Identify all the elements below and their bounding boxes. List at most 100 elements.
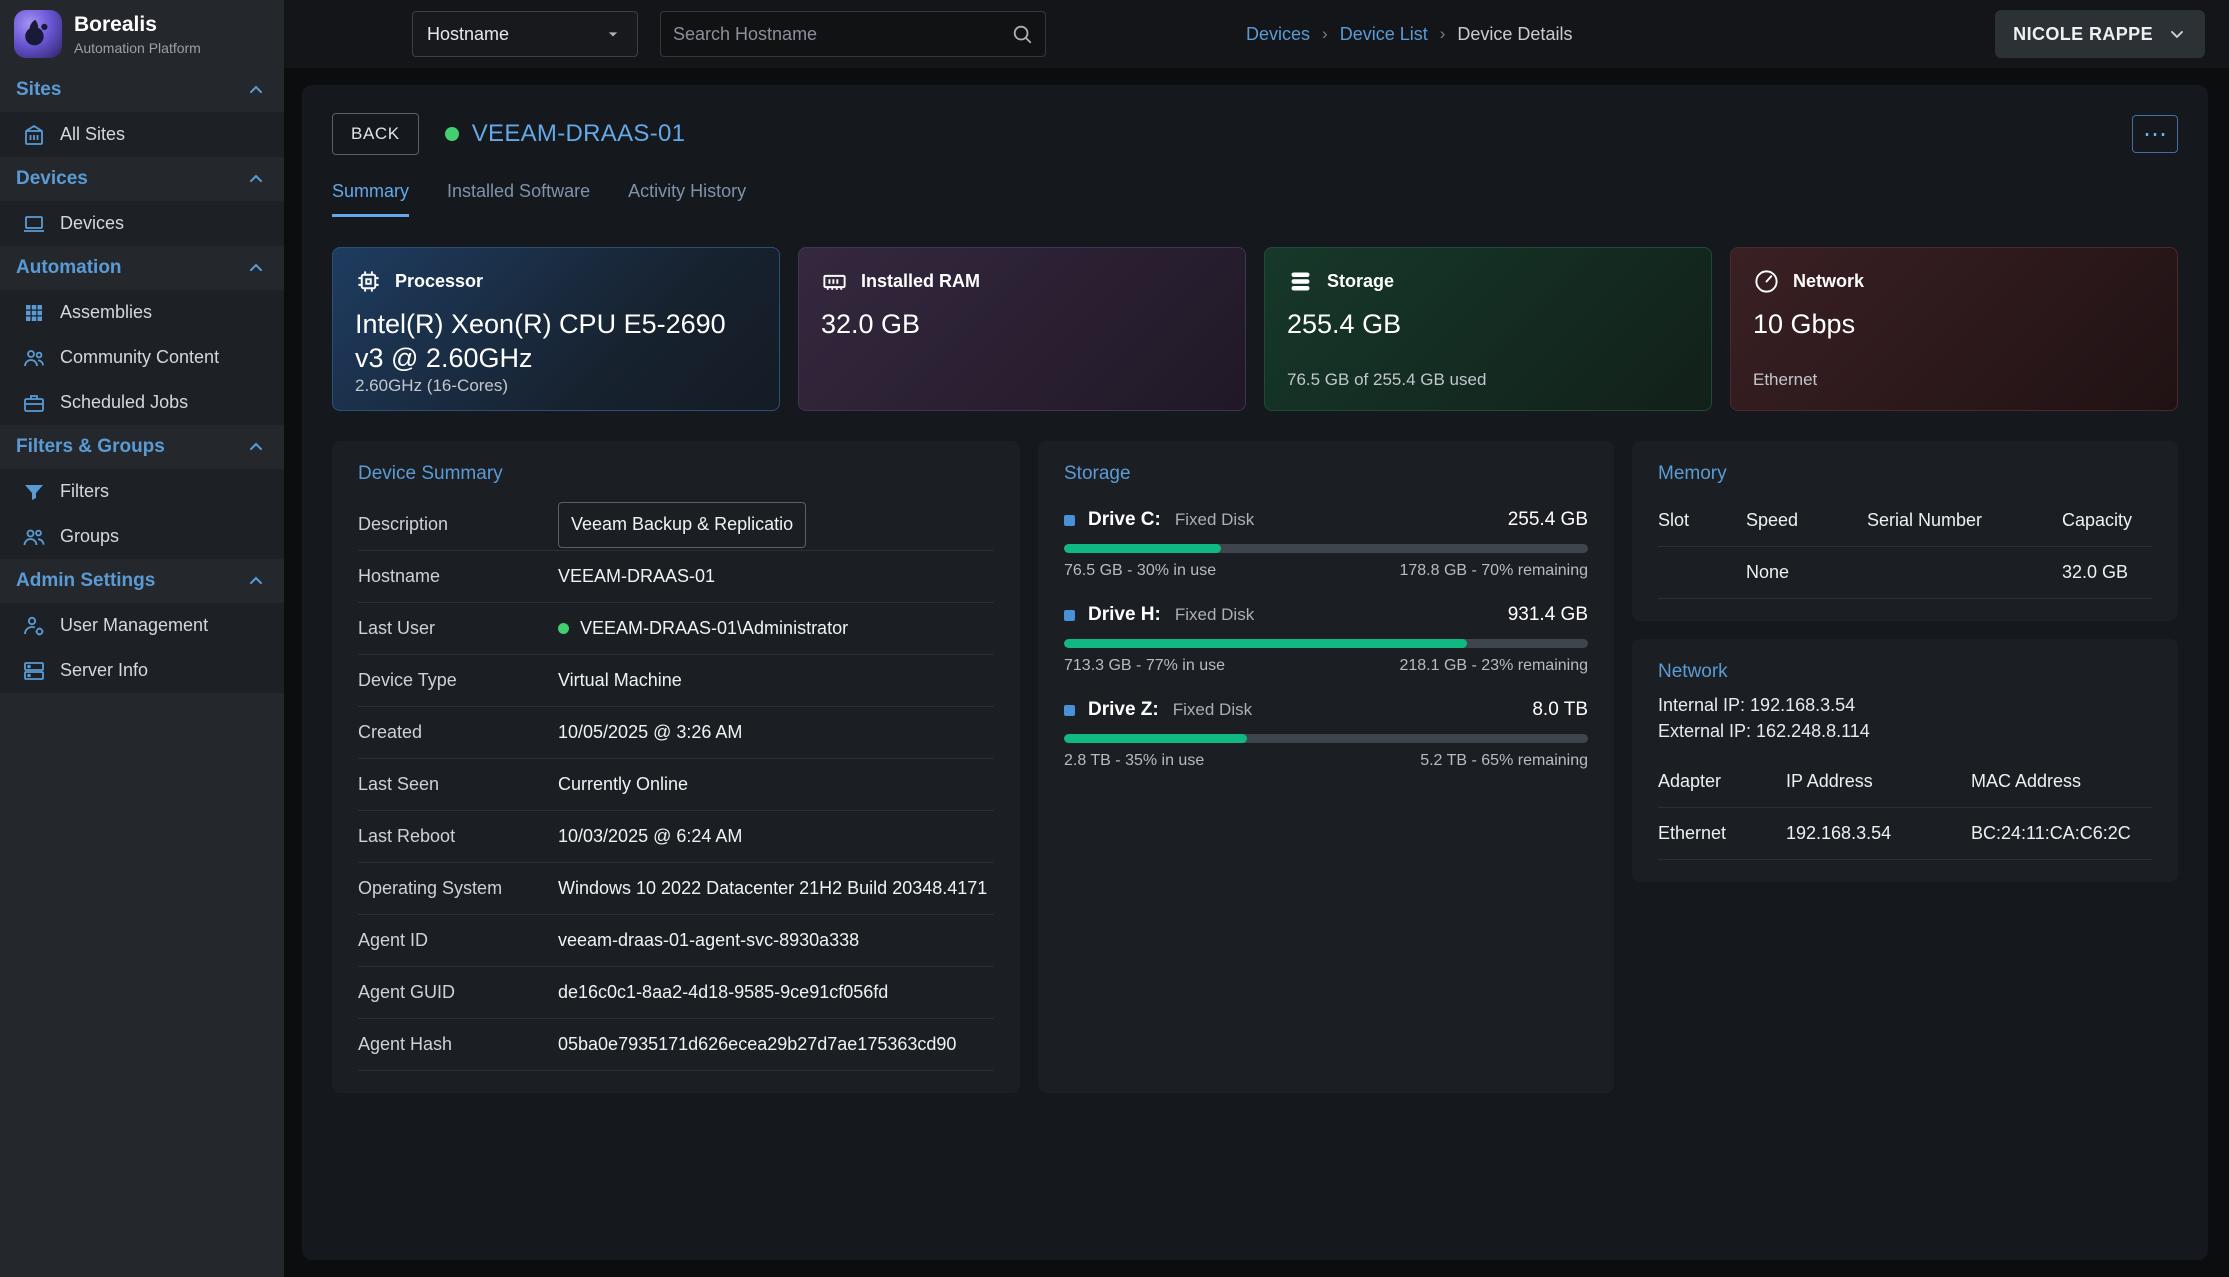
sidebar-item-user-management[interactable]: User Management [0,603,284,648]
brand-header: Borealis Automation Platform [0,0,284,68]
table-row: Operating System Windows 10 2022 Datacen… [358,863,994,915]
sidebar-section-label: Filters & Groups [16,436,165,458]
topbar: Hostname Devices › Device List › Device … [284,0,2229,68]
back-button[interactable]: BACK [332,113,419,155]
tab-installed-software[interactable]: Installed Software [447,181,590,217]
right-column: Memory Slot Speed Serial Number Capacity… [1632,441,2178,1093]
sidebar-item-label: Filters [60,481,109,502]
device-header: BACK VEEAM-DRAAS-01 ⋯ [332,113,2178,155]
table-row: Description [358,499,994,551]
search-input[interactable] [673,24,1011,45]
chevron-down-icon [2167,24,2187,44]
cpu-icon [355,268,382,295]
more-options-button[interactable]: ⋯ [2132,115,2178,153]
server-icon [22,659,46,683]
card-title: Storage [1064,463,1588,485]
detail-columns: Device Summary Description Hostname VEEA… [332,441,2178,1093]
sidebar-item-label: Community Content [60,347,219,368]
content-region: Hostname Devices › Device List › Device … [284,0,2229,1277]
card-title: Memory [1658,463,2152,485]
drive-remaining-label: 5.2 TB - 65% remaining [1420,752,1588,770]
device-tabs: Summary Installed Software Activity Hist… [332,181,2178,217]
breadcrumb-separator: › [1322,24,1328,44]
breadcrumb-link-device-list[interactable]: Device List [1340,24,1428,45]
table-row: Agent GUID de16c0c1-8aa2-4d18-9585-9ce91… [358,967,994,1019]
chevron-up-icon [246,80,266,100]
drive-row-c: Drive C: Fixed Disk 255.4 GB 76.5 GB - 3… [1064,509,1588,580]
drive-usage-fill [1064,639,1467,648]
chevron-up-icon [246,258,266,278]
sidebar-section-admin-settings[interactable]: Admin Settings [0,559,284,603]
stat-caption: Ethernet [1753,370,2155,390]
sidebar-section-label: Sites [16,79,61,101]
app-root: Borealis Automation Platform Sites All S… [0,0,2229,1277]
drive-usage-bar [1064,544,1588,553]
sidebar-item-community-content[interactable]: Community Content [0,335,284,380]
sidebar-section-label: Automation [16,257,122,279]
memory-card: Memory Slot Speed Serial Number Capacity… [1632,441,2178,621]
filter-icon [22,480,46,504]
storage-icon [1287,268,1314,295]
sidebar-item-label: Scheduled Jobs [60,392,188,413]
sidebar-item-label: Assemblies [60,302,152,323]
memory-table-row: None 32.0 GB [1658,547,2152,599]
breadcrumb-separator: › [1440,24,1446,44]
network-card: Network Internal IP: 192.168.3.54 Extern… [1632,639,2178,882]
stat-caption: 76.5 GB of 255.4 GB used [1287,370,1689,390]
table-row: Last Seen Currently Online [358,759,994,811]
network-table-row: Ethernet 192.168.3.54 BC:24:11:CA:C6:2C [1658,808,2152,860]
grid-icon [22,301,46,325]
sidebar-section-sites[interactable]: Sites [0,68,284,112]
card-title: Device Summary [358,463,994,485]
device-summary-card: Device Summary Description Hostname VEEA… [332,441,1020,1093]
device-summary-table: Description Hostname VEEAM-DRAAS-01 Last… [358,499,994,1071]
stat-caption [821,370,1223,390]
sidebar-item-assemblies[interactable]: Assemblies [0,290,284,335]
drive-used-label: 76.5 GB - 30% in use [1064,562,1216,580]
stat-title: Installed RAM [861,271,980,292]
tab-summary[interactable]: Summary [332,181,409,217]
breadcrumb-link-devices[interactable]: Devices [1246,24,1310,45]
sidebar-item-all-sites[interactable]: All Sites [0,112,284,157]
description-input[interactable] [558,502,806,548]
stat-title: Processor [395,271,483,292]
sidebar-section-devices[interactable]: Devices [0,157,284,201]
sidebar-item-label: Server Info [60,660,148,681]
user-menu-button[interactable]: NICOLE RAPPE [1995,10,2205,58]
stat-value: 10 Gbps [1753,308,2155,342]
brand-name: Borealis [74,13,201,37]
sidebar-item-filters[interactable]: Filters [0,469,284,514]
user-name: NICOLE RAPPE [2013,24,2153,45]
table-row: Device Type Virtual Machine [358,655,994,707]
sidebar-section-automation[interactable]: Automation [0,246,284,290]
stat-cards: Processor Intel(R) Xeon(R) CPU E5-2690 v… [332,247,2178,411]
sidebar-item-server-info[interactable]: Server Info [0,648,284,693]
sidebar-item-scheduled-jobs[interactable]: Scheduled Jobs [0,380,284,425]
chevron-up-icon [246,571,266,591]
sidebar-section-filters-groups[interactable]: Filters & Groups [0,425,284,469]
table-row: Created 10/05/2025 @ 3:26 AM [358,707,994,759]
stat-card-processor: Processor Intel(R) Xeon(R) CPU E5-2690 v… [332,247,780,411]
brand-text: Borealis Automation Platform [74,13,201,56]
device-details-panel: BACK VEEAM-DRAAS-01 ⋯ Summary Installed … [302,85,2208,1260]
stat-caption: 2.60GHz (16-Cores) [355,376,757,396]
tab-activity-history[interactable]: Activity History [628,181,746,217]
people-icon [22,346,46,370]
search-field-dropdown[interactable]: Hostname [412,11,638,57]
chevron-up-icon [246,437,266,457]
borealis-logo [14,10,62,58]
sidebar-item-label: Groups [60,526,119,547]
card-title: Network [1658,661,2152,683]
drive-row-z: Drive Z: Fixed Disk 8.0 TB 2.8 TB - 35% … [1064,699,1588,770]
drive-remaining-label: 218.1 GB - 23% remaining [1399,657,1588,675]
stat-card-storage: Storage 255.4 GB 76.5 GB of 255.4 GB use… [1264,247,1712,411]
table-row: Hostname VEEAM-DRAAS-01 [358,551,994,603]
sidebar-section-label: Admin Settings [16,570,155,592]
sidebar-item-label: Devices [60,213,124,234]
sidebar-item-groups[interactable]: Groups [0,514,284,559]
sidebar-item-devices[interactable]: Devices [0,201,284,246]
groups-icon [22,525,46,549]
device-name: VEEAM-DRAAS-01 [472,120,686,148]
drive-bullet-icon [1064,705,1075,716]
drive-usage-bar [1064,734,1588,743]
